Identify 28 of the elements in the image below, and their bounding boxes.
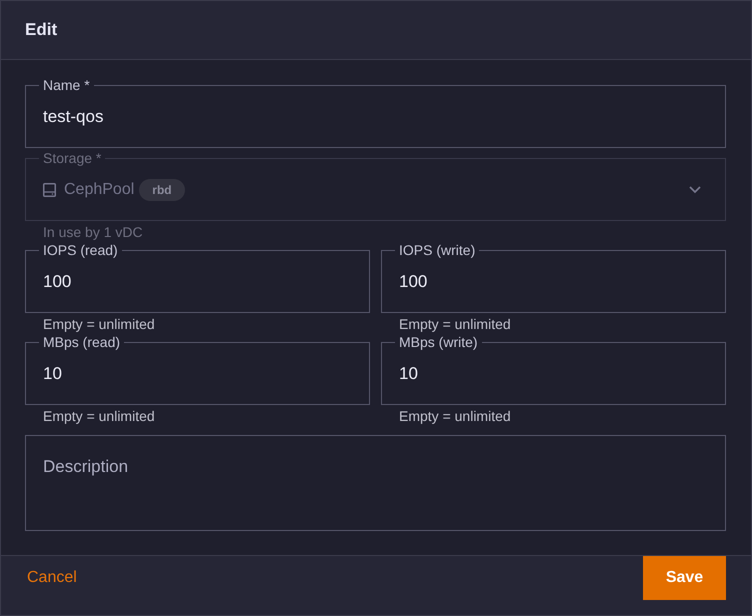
helper-text: Empty = unlimited [43,408,156,424]
text-field[interactable]: IOPS (write) 100 [381,242,726,313]
text-field[interactable]: IOPS (read) 100 [25,242,370,313]
helper-text: Empty = unlimited [399,408,512,424]
field-label: MBps (read) [42,334,122,350]
input-box[interactable]: 10 [39,350,356,398]
field-label: IOPS (write) [398,242,476,258]
dialog-title: Edit [25,20,58,40]
field-label: IOPS (read) [42,242,119,258]
input-box[interactable]: test-qos [39,93,712,141]
field-label: MBps (write) [398,334,479,350]
cancel-button[interactable]: Cancel [17,556,87,600]
input-box[interactable]: 10 [395,350,712,398]
text-field[interactable]: Name * test-qos [25,77,726,148]
input-box[interactable]: 100 [39,258,356,306]
input-box[interactable]: 100 [395,258,712,306]
description-field[interactable]: Description [25,435,726,531]
chevron-down-icon [689,186,701,194]
helper-text: Empty = unlimited [399,316,512,332]
field-label: Name * [42,77,91,93]
selected-value: CephPool [64,180,134,200]
tag-chip: rbd [139,179,185,201]
text-field[interactable]: MBps (write) 10 [381,334,726,405]
helper-text: Empty = unlimited [43,316,156,332]
drive-icon [43,183,56,197]
text-field[interactable]: MBps (read) 10 [25,334,370,405]
helper-text: In use by 1 vDC [43,224,144,240]
field-label: Storage * [42,150,102,166]
